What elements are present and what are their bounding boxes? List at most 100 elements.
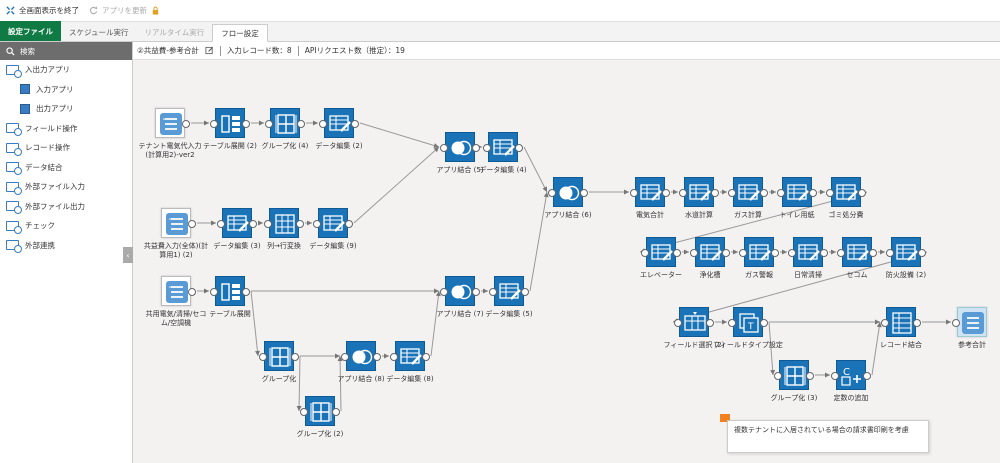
output-port[interactable] [296,220,304,228]
output-port[interactable] [515,144,523,152]
input-port[interactable] [739,249,747,257]
output-port[interactable] [771,249,779,257]
flow-node-n24[interactable] [826,177,866,207]
flow-node-n8[interactable] [217,208,257,238]
input-port[interactable] [300,408,308,416]
input-port[interactable] [886,249,894,257]
flow-node-n31[interactable] [674,307,714,337]
input-port[interactable] [837,249,845,257]
input-port[interactable] [728,189,736,197]
flow-node-n3[interactable] [265,108,305,138]
sidebar-item-9[interactable]: 外部連携 [0,236,132,256]
output-port[interactable] [760,319,768,327]
sidebar-item-1[interactable]: 入力アプリ [0,80,132,100]
output-port[interactable] [242,288,250,296]
flow-node-n7[interactable] [161,208,196,238]
input-port[interactable] [440,288,448,296]
flow-node-n34[interactable] [952,307,987,337]
input-port[interactable] [679,189,687,197]
input-port[interactable] [728,319,736,327]
output-port[interactable] [673,249,681,257]
flow-node-n28[interactable] [788,237,828,267]
output-port[interactable] [242,120,250,128]
output-port[interactable] [863,372,871,380]
update-app-button[interactable]: アプリを更新 [89,5,160,16]
input-port[interactable] [210,120,218,128]
flow-node-n11[interactable] [548,177,588,207]
output-port[interactable] [188,288,196,296]
flow-node-n26[interactable] [690,237,730,267]
input-port[interactable] [641,249,649,257]
tab-flow-settings[interactable]: フロー設定 [212,24,268,42]
sidebar-item-8[interactable]: チェック [0,216,132,236]
output-port[interactable] [291,353,299,361]
output-port[interactable] [580,189,588,197]
flow-node-n18[interactable] [390,341,430,371]
input-port[interactable] [690,249,698,257]
input-port[interactable] [264,220,272,228]
flow-node-n1[interactable] [155,108,190,138]
input-port[interactable] [313,220,321,228]
flow-node-n35[interactable] [774,360,814,390]
flow-node-n21[interactable] [679,177,719,207]
tab-settings-file[interactable]: 設定ファイル [0,21,61,41]
output-port[interactable] [809,189,817,197]
input-port[interactable] [674,319,682,327]
output-port[interactable] [869,249,877,257]
flow-canvas[interactable]: 複数テナントに入居されている場合の請求書印刷を考慮 テナント電気代入力(計算用2… [133,60,1000,463]
input-port[interactable] [774,372,782,380]
output-port[interactable] [913,319,921,327]
output-port[interactable] [472,288,480,296]
flow-node-n27[interactable] [739,237,779,267]
sidebar-item-3[interactable]: フィールド操作 [0,119,132,139]
output-port[interactable] [662,189,670,197]
flow-node-n9[interactable] [264,208,304,238]
collapse-sidebar-button[interactable]: ‹ [123,247,133,263]
input-port[interactable] [831,372,839,380]
input-port[interactable] [259,353,267,361]
sidebar-item-2[interactable]: 出力アプリ [0,99,132,119]
exit-fullscreen-button[interactable]: 全画面表示を終了 [6,5,79,16]
flow-node-n13[interactable] [210,276,250,306]
tab-schedule-run[interactable]: スケジュール実行 [61,23,136,41]
output-port[interactable] [188,220,196,228]
search-box[interactable]: 検索 [0,42,132,60]
input-port[interactable] [881,319,889,327]
output-port[interactable] [332,408,340,416]
output-port[interactable] [422,353,430,361]
flow-node-n20[interactable] [630,177,670,207]
edit-icon[interactable] [205,46,214,55]
output-port[interactable] [345,220,353,228]
sidebar-item-0[interactable]: 入出力アプリ [0,60,132,80]
flow-node-n14[interactable] [440,276,480,306]
tab-realtime-run[interactable]: リアルタイム実行 [136,23,212,41]
input-port[interactable] [548,189,556,197]
input-port[interactable] [489,288,497,296]
output-port[interactable] [760,189,768,197]
flow-node-n10[interactable] [313,208,353,238]
flow-node-n29[interactable] [837,237,877,267]
input-port[interactable] [390,353,398,361]
input-port[interactable] [483,144,491,152]
flow-note[interactable]: 複数テナントに入居されている場合の請求書印刷を考慮 [727,420,929,453]
sidebar-item-6[interactable]: 外部ファイル入力 [0,177,132,197]
input-port[interactable] [952,319,960,327]
flow-node-n5[interactable] [440,132,480,162]
output-port[interactable] [918,249,926,257]
sidebar-item-5[interactable]: データ結合 [0,158,132,178]
input-port[interactable] [630,189,638,197]
output-port[interactable] [722,249,730,257]
input-port[interactable] [341,353,349,361]
input-port[interactable] [826,189,834,197]
output-port[interactable] [297,120,305,128]
output-port[interactable] [249,220,257,228]
output-port[interactable] [711,189,719,197]
input-port[interactable] [440,144,448,152]
flow-node-n22[interactable] [728,177,768,207]
output-port[interactable] [521,288,529,296]
input-port[interactable] [210,288,218,296]
flow-node-n33[interactable] [881,307,921,337]
flow-node-n25[interactable] [641,237,681,267]
flow-node-n2[interactable] [210,108,250,138]
sidebar-item-4[interactable]: レコード操作 [0,138,132,158]
